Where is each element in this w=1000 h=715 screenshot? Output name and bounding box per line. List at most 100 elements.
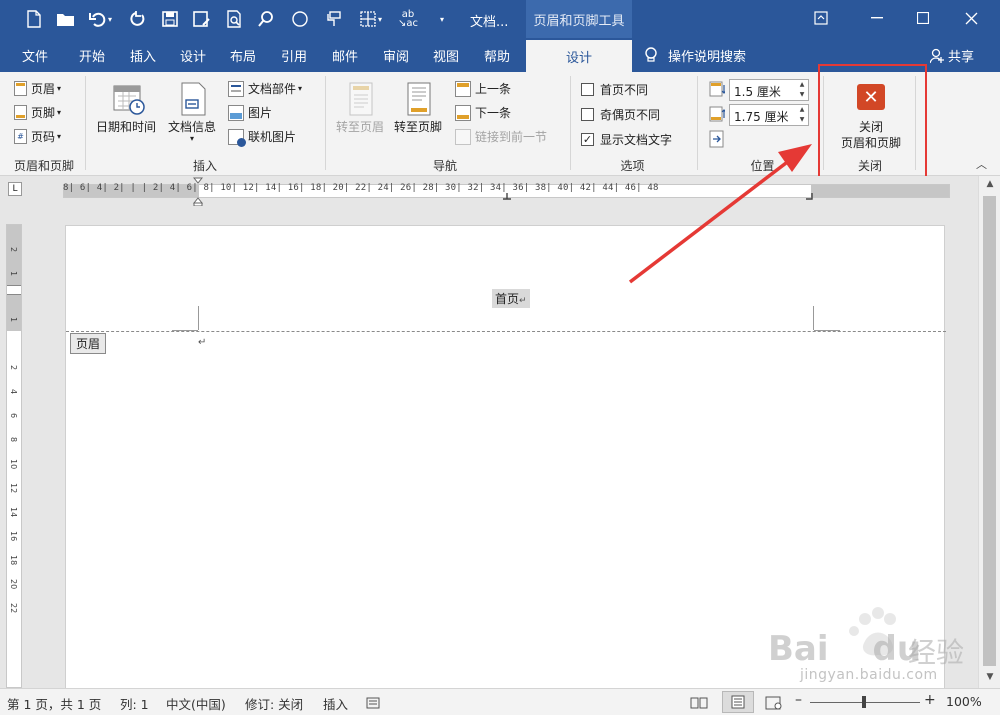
tab-design-doc[interactable]: 设计 <box>180 46 206 65</box>
insert-mode-indicator[interactable]: 插入 <box>323 694 348 713</box>
different-odd-even-checkbox[interactable]: 奇偶页不同 <box>581 106 660 123</box>
tab-insert[interactable]: 插入 <box>130 46 156 65</box>
first-page-header-text[interactable]: 首页↵ <box>492 289 530 308</box>
tab-references[interactable]: 引用 <box>281 46 307 65</box>
checkbox-unchecked <box>581 108 594 121</box>
tab-file[interactable]: 文件 <box>22 46 48 65</box>
goto-header-icon <box>349 82 373 116</box>
print-layout-icon <box>731 695 745 709</box>
next-button[interactable]: 下一条 <box>455 104 511 121</box>
quick-parts-button[interactable]: 文档部件 ▾ <box>228 80 302 97</box>
vertical-scrollbar[interactable]: ▲ ▼ <box>978 176 1000 688</box>
undo-dropdown-icon[interactable]: ▾ <box>104 7 116 31</box>
print-layout-button[interactable] <box>722 691 754 713</box>
table-dropdown-icon[interactable]: ▾ <box>374 7 386 31</box>
spelling-icon[interactable]: ab ↘ac <box>396 7 420 31</box>
online-pictures-button[interactable]: 联机图片 <box>228 128 297 147</box>
header-from-top-spinner[interactable]: 1.5 厘米 ▲ ▼ <box>729 79 809 101</box>
tab-selector-icon[interactable]: L <box>8 182 22 196</box>
tab-header-footer-design[interactable]: 设计 <box>526 40 632 72</box>
column-indicator: 列: 1 <box>120 697 149 712</box>
zoom-slider-thumb[interactable] <box>862 696 866 708</box>
minimize-icon[interactable] <box>854 0 900 36</box>
pictures-button[interactable]: 图片 <box>228 104 272 121</box>
footer-from-bottom-value: 1.75 厘米 <box>734 110 789 124</box>
vruler-label: 1 <box>9 317 18 323</box>
scroll-down-icon[interactable]: ▼ <box>983 672 997 686</box>
pictures-label: 图片 <box>248 106 273 120</box>
vruler-label: 14 <box>9 507 18 518</box>
right-tab-icon[interactable] <box>806 193 816 203</box>
tell-me-search[interactable]: 操作说明搜索 <box>644 46 746 65</box>
link-previous-button[interactable]: 链接到前一节 <box>455 128 547 145</box>
tab-layout[interactable]: 布局 <box>230 46 256 65</box>
page-number-button[interactable]: # 页码 ▾ <box>14 128 61 145</box>
footer-button[interactable]: 页脚 ▾ <box>14 104 61 121</box>
insert-alignment-tab-icon[interactable] <box>709 130 725 148</box>
goto-footer-label: 转至页脚 <box>394 120 443 134</box>
read-mode-icon[interactable] <box>690 696 708 710</box>
document-info-button[interactable]: 文档信息 ▾ <box>166 78 222 148</box>
goto-footer-icon <box>407 82 431 116</box>
contextual-tools-title: 页眉和页脚工具 <box>526 0 632 38</box>
show-document-text-checkbox[interactable]: ✓ 显示文档文字 <box>581 131 672 148</box>
shape-icon[interactable] <box>288 7 312 31</box>
maximize-icon[interactable] <box>900 0 946 36</box>
new-doc-icon[interactable] <box>22 7 46 31</box>
spinner-arrows-icon[interactable]: ▲ ▼ <box>797 105 807 125</box>
find-icon[interactable] <box>254 7 278 31</box>
customize-icon[interactable]: ▾ <box>430 7 454 31</box>
highlight-box <box>818 64 927 185</box>
header-tag: 页眉 <box>70 333 107 354</box>
format-painter-icon[interactable] <box>322 7 346 31</box>
share-button[interactable]: 共享 <box>930 46 974 65</box>
redo-icon[interactable] <box>126 7 150 31</box>
save-as-icon[interactable] <box>190 7 214 31</box>
online-pictures-label: 联机图片 <box>248 130 297 144</box>
center-tab-icon[interactable] <box>502 193 512 203</box>
vertical-ruler-area: 2 1 1 2 4 6 8 10 12 14 16 18 20 22 <box>0 206 32 688</box>
watermark-cn: 经验 <box>908 636 965 669</box>
footer-position-icon <box>709 106 725 122</box>
previous-button[interactable]: 上一条 <box>455 80 511 97</box>
close-window-icon[interactable] <box>948 0 994 36</box>
indent-marker-icon[interactable] <box>193 176 203 206</box>
vertical-ruler[interactable]: 2 1 1 2 4 6 8 10 12 14 16 18 20 22 <box>6 224 22 688</box>
scrollbar-thumb[interactable] <box>983 196 996 666</box>
chevron-down-icon: ▾ <box>57 108 62 117</box>
zoom-out-icon[interactable]: – <box>795 692 802 708</box>
vruler-label: 8 <box>9 437 18 443</box>
first-page-header-label: 首页 <box>495 292 520 306</box>
goto-footer-button[interactable]: 转至页脚 <box>392 78 450 148</box>
tab-home[interactable]: 开始 <box>79 46 105 65</box>
goto-header-button[interactable]: 转至页眉 <box>334 78 392 148</box>
zoom-slider[interactable] <box>810 696 920 708</box>
tab-help[interactable]: 帮助 <box>484 46 510 65</box>
ribbon-display-icon[interactable] <box>798 0 844 36</box>
print-preview-icon[interactable] <box>222 7 246 31</box>
collapse-ribbon-icon[interactable]: ︿ <box>976 156 987 172</box>
title-bar: ▾ ▾ ab ↘ac ▾ 文档... 页眉和页脚工具 <box>0 0 1000 38</box>
tab-view[interactable]: 视图 <box>433 46 459 65</box>
different-first-page-checkbox[interactable]: 首页不同 <box>581 81 648 98</box>
zoom-level[interactable]: 100% <box>946 694 982 709</box>
next-icon <box>455 104 471 121</box>
quick-parts-icon <box>228 80 244 97</box>
track-changes-indicator[interactable]: 修订: 关闭 <box>245 694 303 713</box>
macro-record-icon[interactable] <box>366 696 380 710</box>
spinner-arrows-icon[interactable]: ▲ ▼ <box>797 80 807 100</box>
open-icon[interactable] <box>54 7 78 31</box>
header-button[interactable]: 页眉 ▾ <box>14 80 61 97</box>
tab-mailings[interactable]: 邮件 <box>332 46 358 65</box>
page-number-label: 页码 <box>31 130 56 144</box>
language-indicator[interactable]: 中文(中国) <box>166 694 226 713</box>
footer-from-bottom-spinner[interactable]: 1.75 厘米 ▲ ▼ <box>729 104 809 126</box>
web-layout-icon[interactable] <box>765 696 783 710</box>
zoom-in-icon[interactable]: + <box>924 692 936 708</box>
date-time-button[interactable]: 日期和时间 <box>94 78 164 148</box>
page-count[interactable]: 第 1 页，共 1 页 <box>7 694 101 713</box>
scroll-up-icon[interactable]: ▲ <box>983 179 997 193</box>
ruler-header-margin <box>7 295 21 331</box>
save-icon[interactable] <box>158 7 182 31</box>
tab-review[interactable]: 审阅 <box>383 46 409 65</box>
